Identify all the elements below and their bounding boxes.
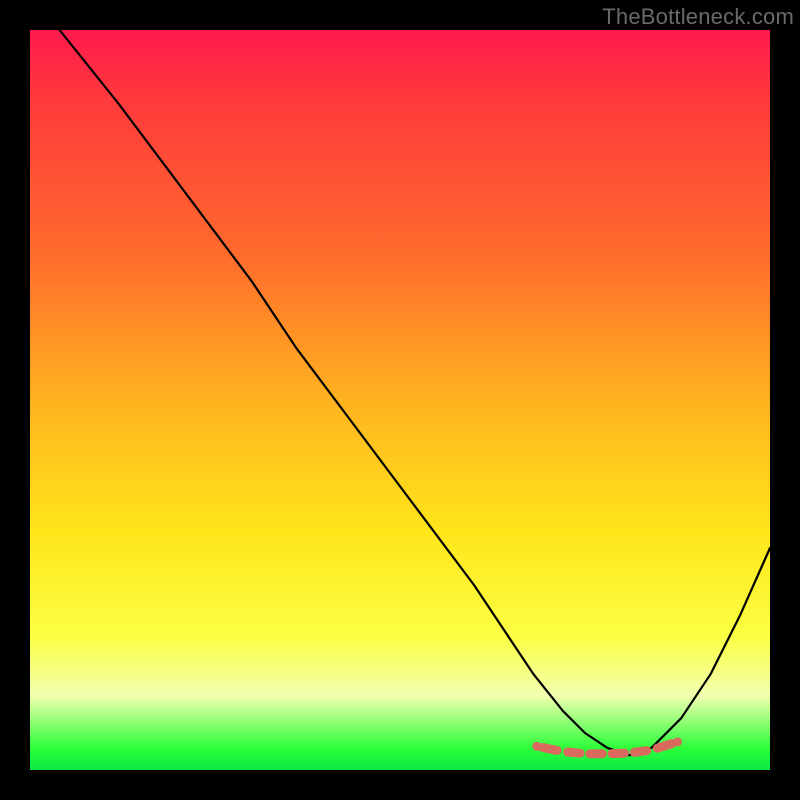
optimal-range-dash xyxy=(612,753,624,754)
plot-area xyxy=(30,30,770,770)
optimal-range-dash xyxy=(634,751,646,753)
optimal-range-dash xyxy=(568,752,580,753)
optimal-range-dash xyxy=(543,748,558,751)
bottleneck-curve xyxy=(60,30,770,755)
watermark-text: TheBottleneck.com xyxy=(602,4,794,30)
optimal-range-dash xyxy=(657,744,672,749)
optimal-range-end-dot xyxy=(673,737,682,746)
chart-stage: TheBottleneck.com xyxy=(0,0,800,800)
plot-svg xyxy=(30,30,770,770)
optimal-range-end-dot xyxy=(532,742,541,751)
curve-line xyxy=(60,30,770,755)
